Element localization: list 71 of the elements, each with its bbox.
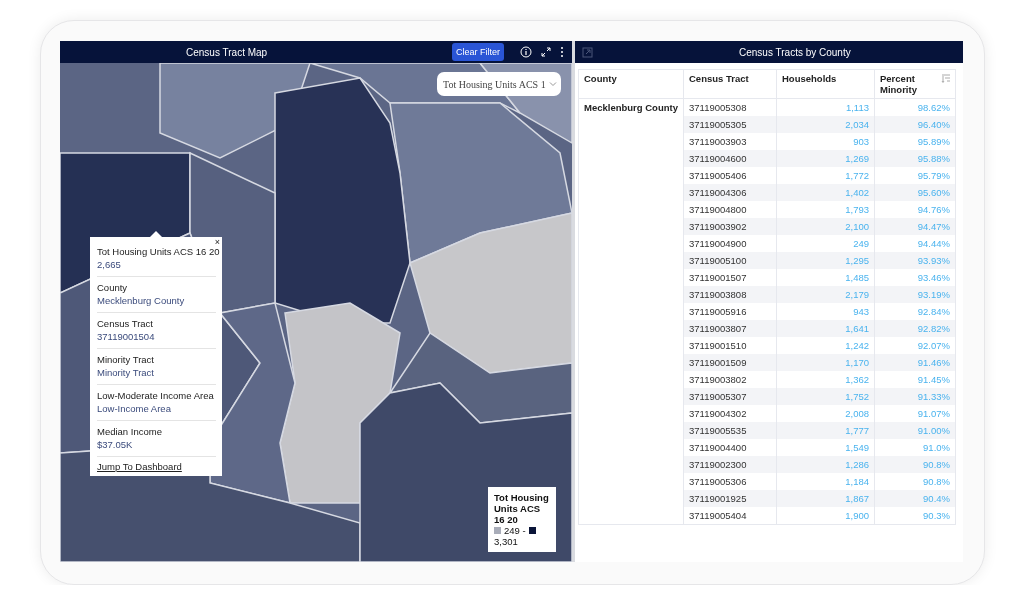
clear-filter-button[interactable]: Clear Filter (452, 43, 504, 61)
tract-cell: 37119005404 (683, 507, 777, 525)
legend-title: Tot Housing Units ACS 16 20 (494, 492, 550, 525)
field-label: Low-Moderate Income Area (97, 389, 215, 402)
households-cell: 1,269 (776, 150, 875, 167)
close-button[interactable]: × (214, 237, 220, 247)
percent-cell: 92.82% (874, 320, 956, 337)
column-header[interactable]: Census Tract (683, 69, 777, 99)
households-cell: 1,641 (776, 320, 875, 337)
field-value: Mecklenburg County (97, 294, 186, 307)
chevron-down-icon (549, 81, 557, 87)
field-label: Minority Tract (97, 353, 155, 366)
light-swatch-icon (494, 527, 501, 534)
percent-cell: 95.88% (874, 150, 956, 167)
expand-icon[interactable] (540, 46, 552, 58)
field-value: $37.05K (97, 438, 134, 451)
more-icon[interactable] (560, 46, 564, 58)
county-cell: Mecklenburg County (578, 98, 684, 525)
tract-cell: 37119003902 (683, 218, 777, 235)
percent-cell: 95.60% (874, 184, 956, 201)
percent-cell: 91.33% (874, 388, 956, 405)
households-cell: 1,402 (776, 184, 875, 201)
tract-cell: 37119003808 (683, 286, 777, 303)
households-cell: 1,752 (776, 388, 875, 405)
column-header[interactable]: County (578, 69, 684, 99)
tract-cell: 37119002300 (683, 456, 777, 473)
households-cell: 1,295 (776, 252, 875, 269)
households-cell: 2,179 (776, 286, 875, 303)
tract-cell: 37119004600 (683, 150, 777, 167)
percent-cell: 91.46% (874, 354, 956, 371)
tract-cell: 37119001509 (683, 354, 777, 371)
field-value: 2,665 (97, 258, 122, 271)
panel-title: Census Tract Map (186, 46, 269, 58)
dashboard-link[interactable]: Jump To Dashboard (97, 461, 182, 472)
field-value: Minority Tract (97, 366, 155, 379)
column-header[interactable]: Percent Minority (874, 69, 956, 99)
percent-cell: 90.4% (874, 490, 956, 507)
tract-cell: 37119003807 (683, 320, 777, 337)
households-cell: 2,034 (776, 116, 875, 133)
column-header[interactable]: Households (776, 69, 875, 99)
layer-dropdown[interactable]: Tot Housing Units ACS 1 (437, 72, 561, 96)
percent-cell: 93.19% (874, 286, 956, 303)
households-cell: 1,286 (776, 456, 875, 473)
field-value: 37119001504 (97, 330, 156, 343)
percent-cell: 90.8% (874, 456, 956, 473)
field-label: County (97, 281, 129, 294)
popout-icon[interactable] (582, 46, 593, 58)
field-value: Low-Income Area (97, 402, 172, 415)
households-cell: 2,100 (776, 218, 875, 235)
info-icon[interactable] (520, 46, 532, 58)
percent-cell: 96.40% (874, 116, 956, 133)
tract-cell: 37119001925 (683, 490, 777, 507)
dark-swatch-icon (528, 527, 536, 534)
percent-cell: 93.93% (874, 252, 956, 269)
percent-cell: 94.47% (874, 218, 956, 235)
panel-title: Census Tracts by County (739, 46, 851, 58)
tract-cell: 37119005307 (683, 388, 777, 405)
percent-cell: 91.00% (874, 422, 956, 439)
field-label: Median Income (97, 425, 163, 438)
tract-cell: 37119004306 (683, 184, 777, 201)
legend-min: 249 - (504, 525, 526, 536)
tract-cell: 37119005305 (683, 116, 777, 133)
tract-cell: 37119005535 (683, 422, 777, 439)
households-cell: 1,777 (776, 422, 875, 439)
field-label: Census Tract (97, 317, 154, 330)
households-cell: 1,900 (776, 507, 875, 525)
tract-cell: 37119005100 (683, 252, 777, 269)
households-cell: 1,170 (776, 354, 875, 371)
households-cell: 1,867 (776, 490, 875, 507)
legend-max: 3,301 (494, 536, 519, 547)
percent-cell: 90.3% (874, 507, 956, 525)
